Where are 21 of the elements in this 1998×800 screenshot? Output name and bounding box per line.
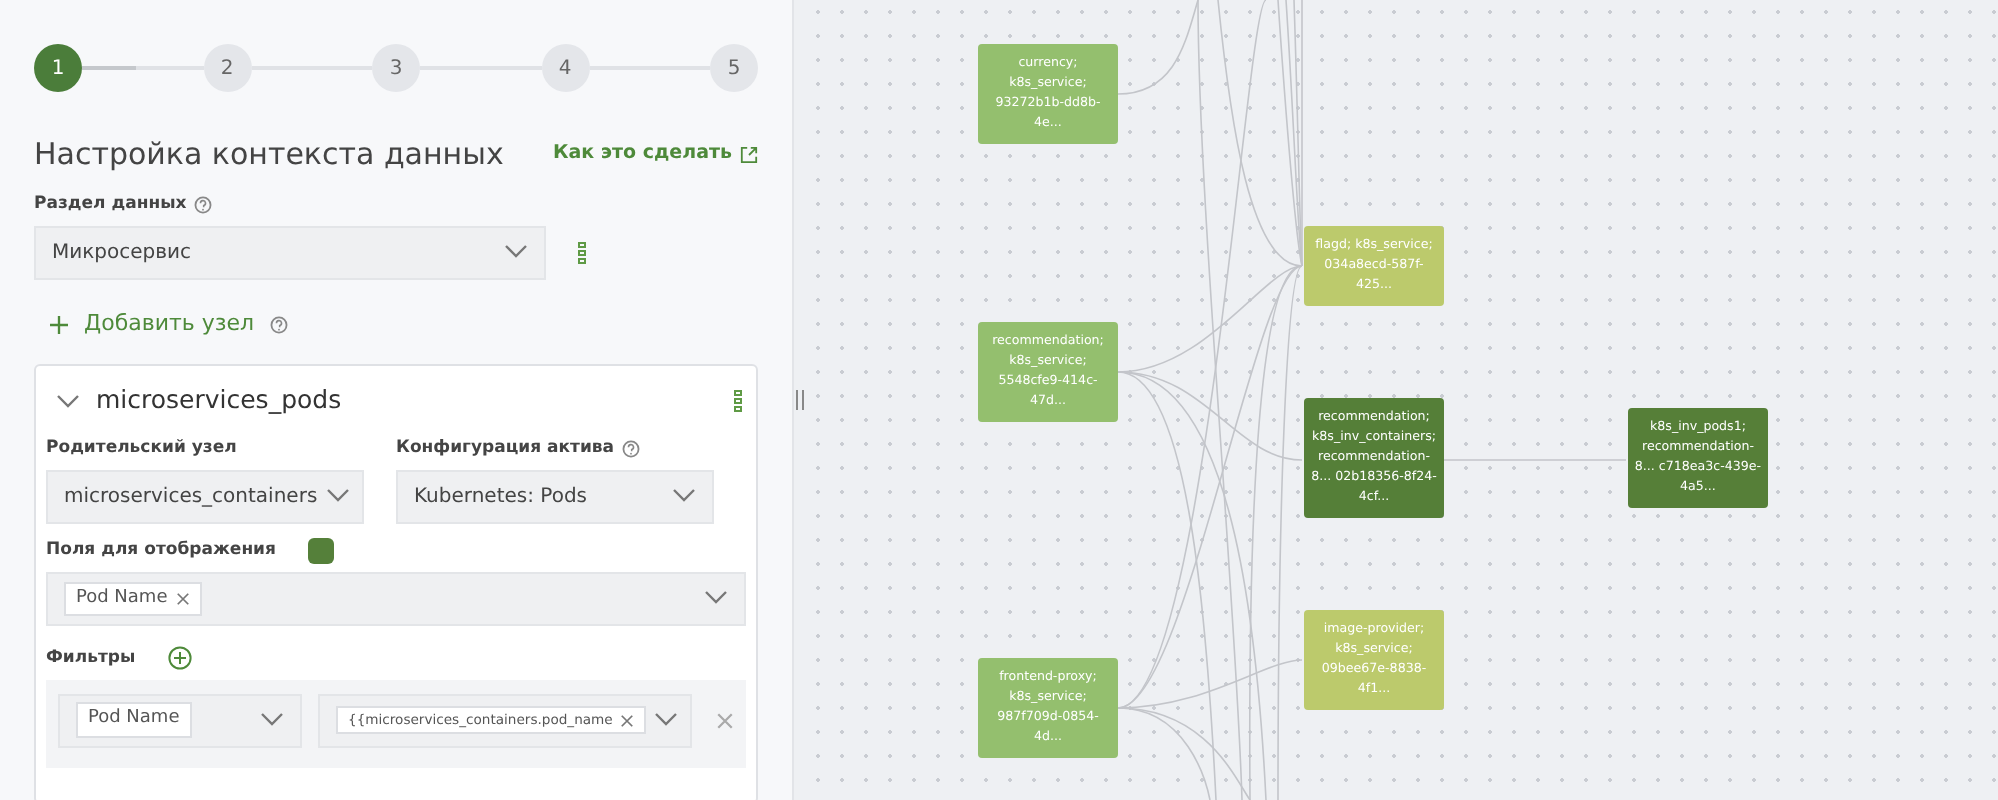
field-label: Поля для отображения bbox=[46, 537, 276, 564]
field-label: Раздел данных bbox=[34, 192, 187, 218]
step-indicator[interactable]: 1 bbox=[34, 44, 82, 92]
node-name: microservices_pods bbox=[96, 382, 342, 419]
step-indicator[interactable]: 3 bbox=[372, 44, 420, 92]
select-field[interactable]: Pod Name bbox=[58, 693, 302, 747]
panel-title: Настройка контекста данных bbox=[34, 136, 504, 172]
help-link[interactable]: Как это сделать bbox=[552, 139, 758, 169]
step-indicator[interactable]: 2 bbox=[203, 44, 251, 92]
multi-select-field[interactable]: Pod Name bbox=[46, 571, 746, 626]
field-label: Родительский узел bbox=[46, 436, 237, 462]
tag: Pod Name bbox=[76, 702, 192, 738]
step-indicator[interactable]: 5 bbox=[710, 44, 758, 92]
select-field[interactable]: Микросервис bbox=[34, 225, 546, 280]
step-indicator[interactable]: 4 bbox=[541, 44, 589, 92]
field-label: Фильтры bbox=[46, 645, 136, 671]
tag: Pod Name bbox=[64, 581, 202, 616]
add-node-button[interactable]: Добавить узел bbox=[50, 307, 255, 341]
select-field[interactable]: Kubernetes: Pods bbox=[396, 469, 714, 524]
field-label: Конфигурация актива bbox=[396, 436, 615, 462]
select-field[interactable]: microservices_containers bbox=[46, 469, 364, 524]
